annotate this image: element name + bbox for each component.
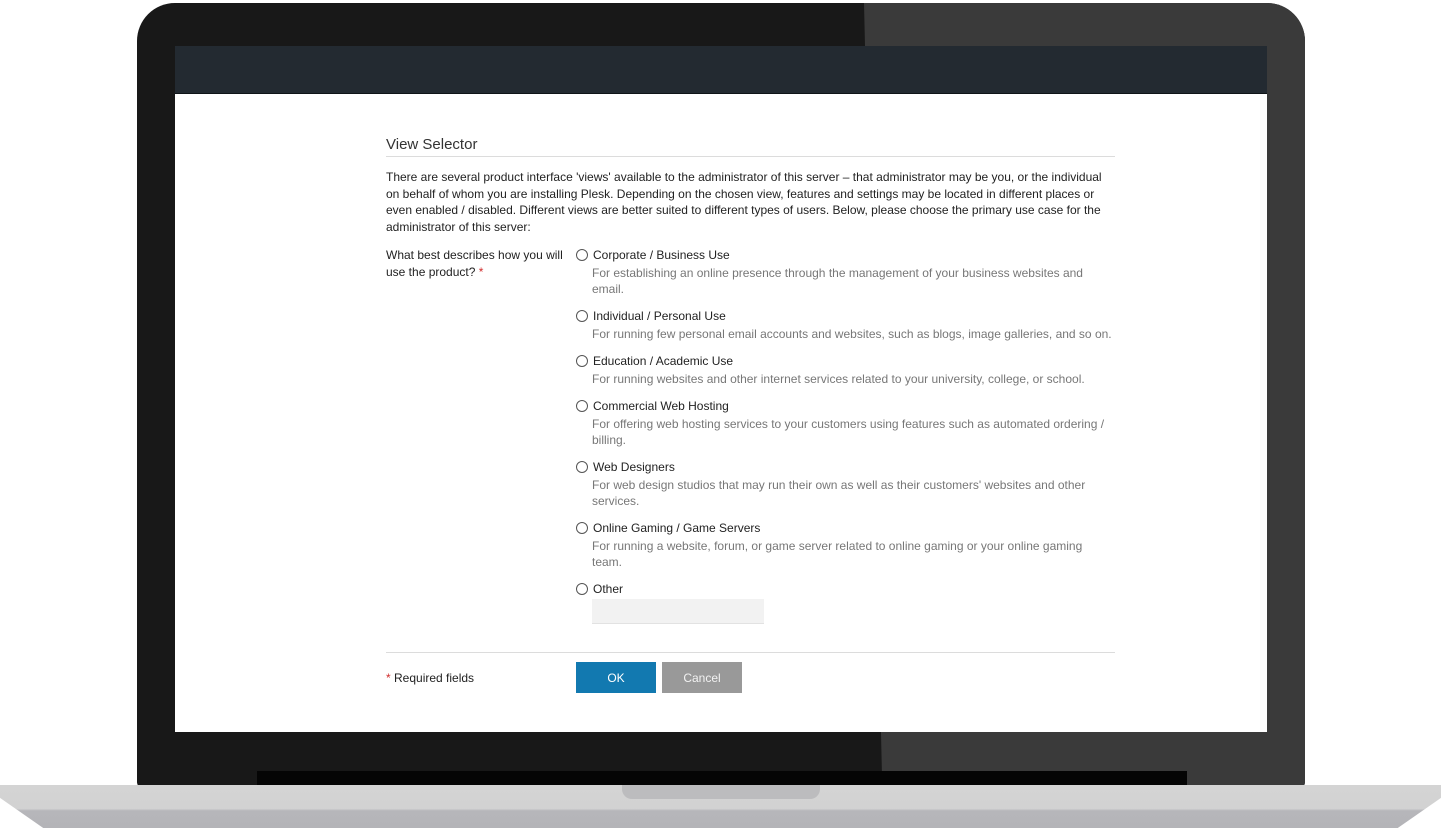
option-education[interactable]: Education / Academic Use For running web… bbox=[576, 353, 1115, 387]
other-text-input[interactable] bbox=[592, 599, 764, 624]
intro-text: There are several product interface 'vie… bbox=[386, 170, 1102, 234]
required-fields-text: Required fields bbox=[394, 670, 475, 685]
required-fields-note: * Required fields bbox=[386, 671, 576, 685]
form-footer: * Required fields OK Cancel bbox=[386, 652, 1115, 693]
required-asterisk: * bbox=[478, 264, 484, 279]
radio-education[interactable] bbox=[576, 355, 588, 367]
option-description: For web design studios that may run thei… bbox=[592, 478, 1086, 508]
option-description: For establishing an online presence thro… bbox=[592, 266, 1083, 296]
use-case-field: What best describes how you will use the… bbox=[386, 247, 1115, 635]
option-label[interactable]: Web Designers bbox=[593, 460, 675, 474]
option-label[interactable]: Online Gaming / Game Servers bbox=[593, 521, 760, 535]
radio-online-gaming[interactable] bbox=[576, 522, 588, 534]
option-label[interactable]: Corporate / Business Use bbox=[593, 248, 730, 262]
option-corporate[interactable]: Corporate / Business Use For establishin… bbox=[576, 247, 1115, 297]
question-text: What best describes how you will use the… bbox=[386, 248, 563, 279]
option-description: For running a website, forum, or game se… bbox=[592, 539, 1083, 569]
option-web-designers[interactable]: Web Designers For web design studios tha… bbox=[576, 459, 1115, 509]
option-description: For running few personal email accounts … bbox=[592, 327, 1112, 341]
radio-individual[interactable] bbox=[576, 310, 588, 322]
page-title: View Selector bbox=[386, 136, 1115, 157]
option-label[interactable]: Individual / Personal Use bbox=[593, 309, 726, 323]
option-other[interactable]: Other bbox=[576, 581, 1115, 624]
option-individual[interactable]: Individual / Personal Use For running fe… bbox=[576, 308, 1115, 342]
radio-web-designers[interactable] bbox=[576, 461, 588, 473]
use-case-options: Corporate / Business Use For establishin… bbox=[576, 247, 1115, 635]
field-label: What best describes how you will use the… bbox=[386, 247, 576, 635]
radio-commercial-hosting[interactable] bbox=[576, 400, 588, 412]
option-description: For offering web hosting services to you… bbox=[592, 417, 1105, 447]
cancel-button[interactable]: Cancel bbox=[662, 662, 742, 693]
laptop-notch bbox=[622, 785, 820, 799]
required-asterisk: * bbox=[386, 670, 391, 685]
ok-button[interactable]: OK bbox=[576, 662, 656, 693]
view-selector-form: View Selector There are several product … bbox=[386, 136, 1115, 635]
option-online-gaming[interactable]: Online Gaming / Game Servers For running… bbox=[576, 520, 1115, 570]
screen: View Selector There are several product … bbox=[175, 46, 1267, 732]
radio-other[interactable] bbox=[576, 583, 588, 595]
top-navigation-bar bbox=[175, 46, 1267, 94]
radio-corporate[interactable] bbox=[576, 249, 588, 261]
option-commercial-hosting[interactable]: Commercial Web Hosting For offering web … bbox=[576, 398, 1115, 448]
option-label[interactable]: Commercial Web Hosting bbox=[593, 399, 729, 413]
option-description: For running websites and other internet … bbox=[592, 372, 1085, 386]
option-label[interactable]: Education / Academic Use bbox=[593, 354, 733, 368]
option-label[interactable]: Other bbox=[593, 582, 623, 596]
